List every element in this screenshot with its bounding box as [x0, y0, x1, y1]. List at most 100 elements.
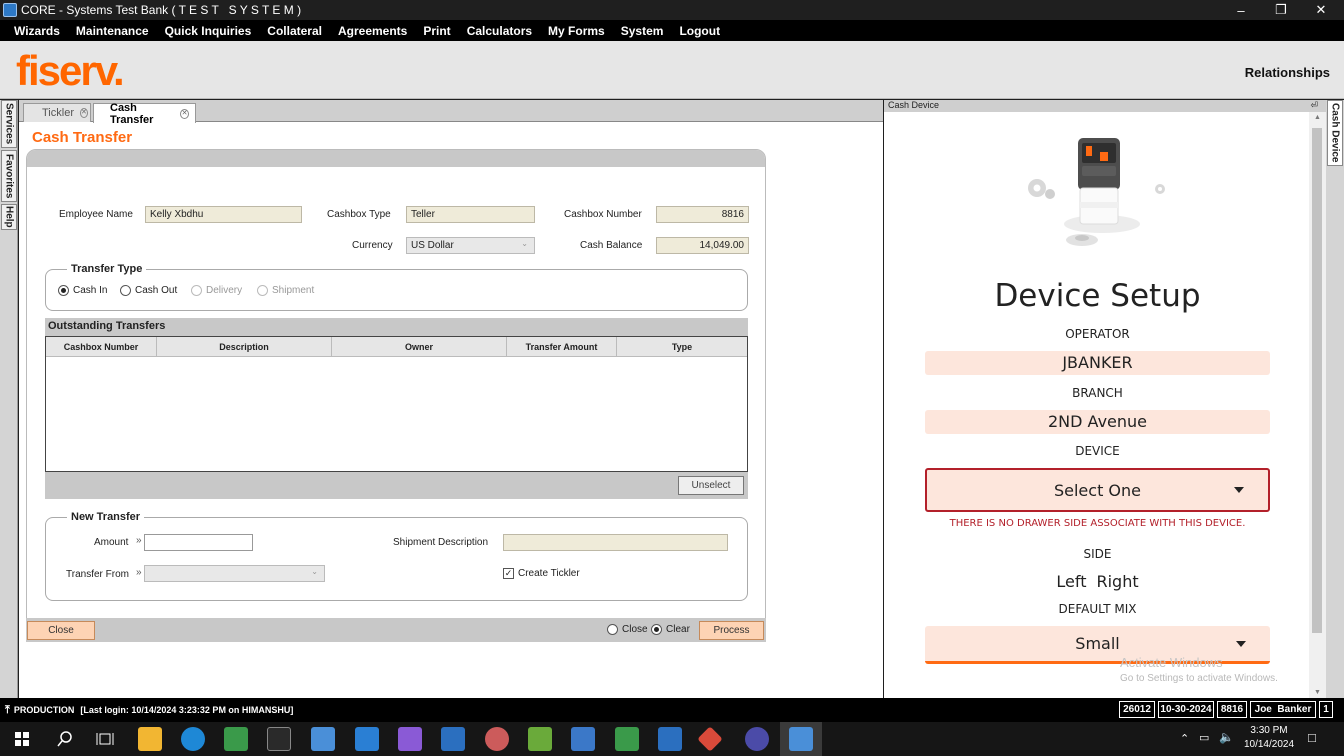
app-icon [3, 3, 17, 17]
clock-time: 3:30 PM [1250, 725, 1288, 736]
vscode-icon[interactable] [355, 727, 379, 751]
active-core-app[interactable] [780, 722, 822, 756]
caret-down-icon [1236, 640, 1246, 647]
close-tab-icon[interactable]: ✕ [79, 108, 88, 118]
create-tickler-checkbox[interactable]: ✓ Create Tickler [503, 568, 580, 579]
side-tab-services[interactable]: Services [1, 100, 17, 148]
edge-browser-icon[interactable] [181, 727, 205, 751]
radio-cash-in-label: Cash In [73, 285, 108, 296]
operator-label: OPERATOR [1065, 327, 1130, 341]
radio-shipment[interactable]: Shipment [257, 285, 314, 296]
radio-after-close[interactable]: Close [607, 624, 648, 635]
task-view-icon[interactable] [93, 727, 117, 751]
chevron-down-icon: ⌄ [311, 567, 318, 576]
cashbox-type-label: Cashbox Type [327, 209, 391, 220]
window-app-icon[interactable] [441, 727, 465, 751]
currency-label: Currency [352, 240, 393, 251]
document-tabs: Tickler ✕ Cash Transfer ✕ [19, 100, 883, 126]
menu-print[interactable]: Print [423, 24, 450, 38]
radio-icon [191, 285, 202, 296]
transfer-from-select[interactable]: ⌄ [144, 565, 325, 582]
git-icon[interactable] [697, 726, 723, 752]
process-button[interactable]: Process [699, 621, 764, 640]
side-tab-favorites[interactable]: Favorites [1, 150, 17, 202]
terminal-icon[interactable] [267, 727, 291, 751]
cash-device-panel-title: Cash Device [888, 100, 940, 110]
currency-value: US Dollar [411, 240, 454, 251]
side-right-option[interactable]: Right [1096, 572, 1138, 591]
status-bar: ⤒ PRODUCTION [Last login: 10/14/2024 3:2… [0, 698, 1344, 722]
radio-after-clear[interactable]: Clear [651, 624, 690, 635]
close-tab-icon[interactable]: ✕ [180, 108, 189, 119]
menu-logout[interactable]: Logout [679, 24, 720, 38]
cash-device-scrollbar[interactable]: ▲ ▼ [1309, 112, 1326, 698]
radio-selected-icon [651, 624, 662, 635]
gear-icon [1028, 179, 1055, 199]
column-header-type[interactable]: Type [617, 337, 747, 357]
menu-system[interactable]: System [621, 24, 664, 38]
amount-input[interactable] [144, 534, 253, 551]
show-hidden-icons[interactable]: ⌃ [1180, 732, 1189, 745]
side-left-option[interactable]: Left [1056, 572, 1086, 591]
tab-cash-transfer[interactable]: Cash Transfer ✕ [93, 102, 196, 126]
column-header-owner[interactable]: Owner [332, 337, 507, 357]
visual-studio-icon[interactable] [398, 727, 422, 751]
outstanding-transfers-table[interactable]: Cashbox Number Description Owner Transfe… [45, 336, 748, 472]
app-launcher-icon-2[interactable] [615, 727, 639, 751]
column-header-cashbox-number[interactable]: Cashbox Number [46, 337, 157, 357]
system-clock[interactable]: 3:30 PM 10/14/2024 [1240, 725, 1298, 750]
transfer-type-legend: Transfer Type [67, 263, 147, 275]
pin-icon[interactable]: ⏎ [1310, 100, 1318, 111]
app-launcher-icon[interactable] [224, 727, 248, 751]
status-box-cashbox: 8816 [1217, 701, 1247, 718]
menu-maintenance[interactable]: Maintenance [76, 24, 149, 38]
menu-my-forms[interactable]: My Forms [548, 24, 605, 38]
scroll-down-icon[interactable]: ▼ [1314, 689, 1321, 696]
remote-desktop-icon[interactable] [571, 727, 595, 751]
new-transfer-group [45, 517, 748, 601]
network-icon[interactable]: ▭ [1199, 731, 1209, 744]
window-titlebar: CORE - Systems Test Bank ( T E S T S Y S… [0, 0, 1344, 20]
menu-collateral[interactable]: Collateral [267, 24, 322, 38]
volume-icon[interactable]: 🔈 [1219, 730, 1234, 744]
search-icon[interactable] [53, 727, 77, 751]
column-header-transfer-amount[interactable]: Transfer Amount [507, 337, 617, 357]
menu-wizards[interactable]: Wizards [14, 24, 60, 38]
notepad-icon[interactable] [528, 727, 552, 751]
unselect-button[interactable]: Unselect [678, 476, 744, 495]
menu-quick-inquiries[interactable]: Quick Inquiries [165, 24, 252, 38]
radio-delivery[interactable]: Delivery [191, 285, 242, 296]
create-tickler-label: Create Tickler [518, 568, 580, 579]
window-app-icon-2[interactable] [658, 727, 682, 751]
notification-icon[interactable]: □ [1308, 730, 1316, 745]
side-tab-help[interactable]: Help [1, 204, 17, 230]
relationships-link[interactable]: Relationships [1245, 65, 1330, 80]
close-button[interactable]: Close [27, 621, 95, 640]
column-header-description[interactable]: Description [157, 337, 332, 357]
device-select-value: Select One [1053, 480, 1142, 500]
form-top-bar [27, 150, 765, 167]
eclipse-icon[interactable] [745, 727, 769, 751]
menu-agreements[interactable]: Agreements [338, 24, 407, 38]
shipment-description-input[interactable] [503, 534, 728, 551]
outstanding-transfers-header: Outstanding Transfers [45, 318, 748, 336]
core-app-icon[interactable] [311, 727, 335, 751]
side-tab-cash-device[interactable]: Cash Device [1327, 100, 1343, 166]
status-box-date: 10-30-2024 [1158, 701, 1214, 718]
radio-cash-in[interactable]: Cash In [58, 285, 107, 296]
tab-tickler[interactable]: Tickler ✕ [23, 103, 91, 122]
scroll-up-icon[interactable]: ▲ [1314, 114, 1321, 121]
windows-start-icon[interactable] [10, 727, 34, 751]
radio-cash-out[interactable]: Cash Out [120, 285, 177, 296]
device-select[interactable]: Select One [925, 468, 1270, 512]
currency-select[interactable]: US Dollar ⌄ [406, 237, 535, 254]
network-tool-icon[interactable] [485, 727, 509, 751]
chevron-down-icon: ⌄ [521, 239, 528, 248]
radio-selected-icon [58, 285, 69, 296]
menu-calculators[interactable]: Calculators [467, 24, 532, 38]
close-icon[interactable]: ✕ [1298, 0, 1344, 20]
scrollbar-thumb[interactable] [1312, 128, 1322, 633]
left-side-tabs: Services Favorites Help [0, 100, 18, 698]
activate-windows-subtitle: Go to Settings to activate Windows. [1120, 673, 1278, 684]
file-explorer-icon[interactable] [138, 727, 162, 751]
